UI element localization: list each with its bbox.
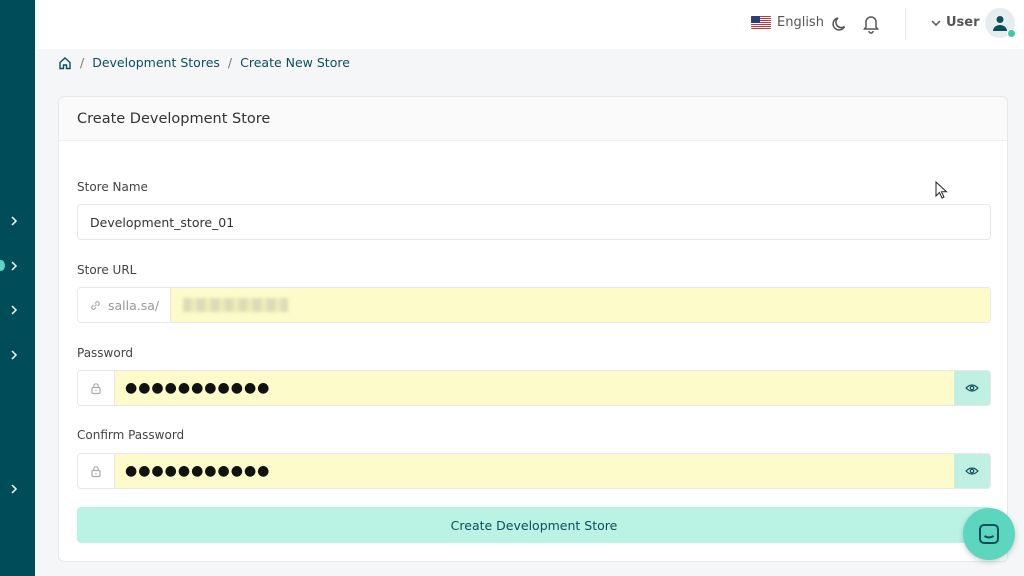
language-selector[interactable]: English (751, 15, 824, 30)
online-status-dot (1007, 29, 1016, 38)
store-name-label: Store Name (77, 180, 148, 194)
password-value: ●●●●●●●●●●● (125, 380, 271, 396)
confirm-password-label: Confirm Password (77, 428, 185, 442)
chat-widget-button[interactable] (963, 508, 1015, 560)
eye-icon[interactable] (954, 454, 990, 488)
password-input[interactable]: ●●●●●●●●●●● (115, 371, 954, 405)
card-header: Create Development Store (59, 97, 1007, 141)
redacted-value (183, 298, 288, 312)
chevron-right-icon[interactable] (8, 215, 20, 227)
confirm-password-field: ●●●●●●●●●●● (77, 453, 991, 489)
top-bar: English User (35, 0, 1024, 49)
confirm-password-input[interactable]: ●●●●●●●●●●● (115, 454, 954, 488)
cursor-icon (935, 180, 949, 201)
store-url-input[interactable] (171, 288, 990, 322)
moon-icon[interactable] (831, 15, 849, 33)
store-url-prefix-text: salla.sa/ (108, 297, 160, 313)
breadcrumb-development-stores[interactable]: Development Stores (92, 55, 220, 70)
password-label: Password (77, 346, 134, 360)
lock-icon (78, 454, 115, 488)
user-label: User (946, 15, 980, 30)
chevron-down-icon (931, 19, 941, 26)
home-icon[interactable] (58, 56, 72, 70)
language-label: English (777, 15, 824, 30)
create-store-card: Create Development Store Store Name Deve… (58, 96, 1008, 562)
breadcrumb-create-new-store[interactable]: Create New Store (240, 55, 350, 70)
store-url-prefix: salla.sa/ (78, 288, 171, 322)
chevron-right-icon[interactable] (8, 483, 20, 495)
sidebar (0, 0, 35, 576)
store-url-field: salla.sa/ (77, 287, 991, 323)
chevron-right-icon[interactable] (8, 260, 20, 272)
eye-icon[interactable] (954, 371, 990, 405)
store-name-input[interactable]: Development_store_01 (77, 204, 991, 240)
confirm-password-value: ●●●●●●●●●●● (125, 463, 271, 479)
lock-icon (78, 371, 115, 405)
create-store-button[interactable]: Create Development Store (77, 507, 991, 543)
chevron-right-icon[interactable] (8, 304, 20, 316)
user-icon (993, 16, 1007, 31)
user-menu[interactable]: User (931, 15, 980, 30)
active-indicator (0, 260, 5, 271)
topbar-divider (905, 8, 906, 40)
avatar[interactable] (985, 8, 1016, 38)
store-name-value: Development_store_01 (90, 214, 235, 230)
password-field: ●●●●●●●●●●● (77, 370, 991, 406)
link-icon (91, 300, 100, 310)
chevron-right-icon[interactable] (8, 349, 20, 361)
us-flag-icon (751, 16, 771, 29)
breadcrumb-separator: / (227, 55, 233, 70)
card-title: Create Development Store (77, 110, 271, 127)
breadcrumb-separator: / (80, 55, 85, 70)
bell-icon[interactable] (862, 14, 880, 34)
chat-icon (979, 524, 999, 544)
breadcrumb: / Development Stores / Create New Store (58, 55, 350, 70)
store-url-label: Store URL (77, 263, 137, 277)
